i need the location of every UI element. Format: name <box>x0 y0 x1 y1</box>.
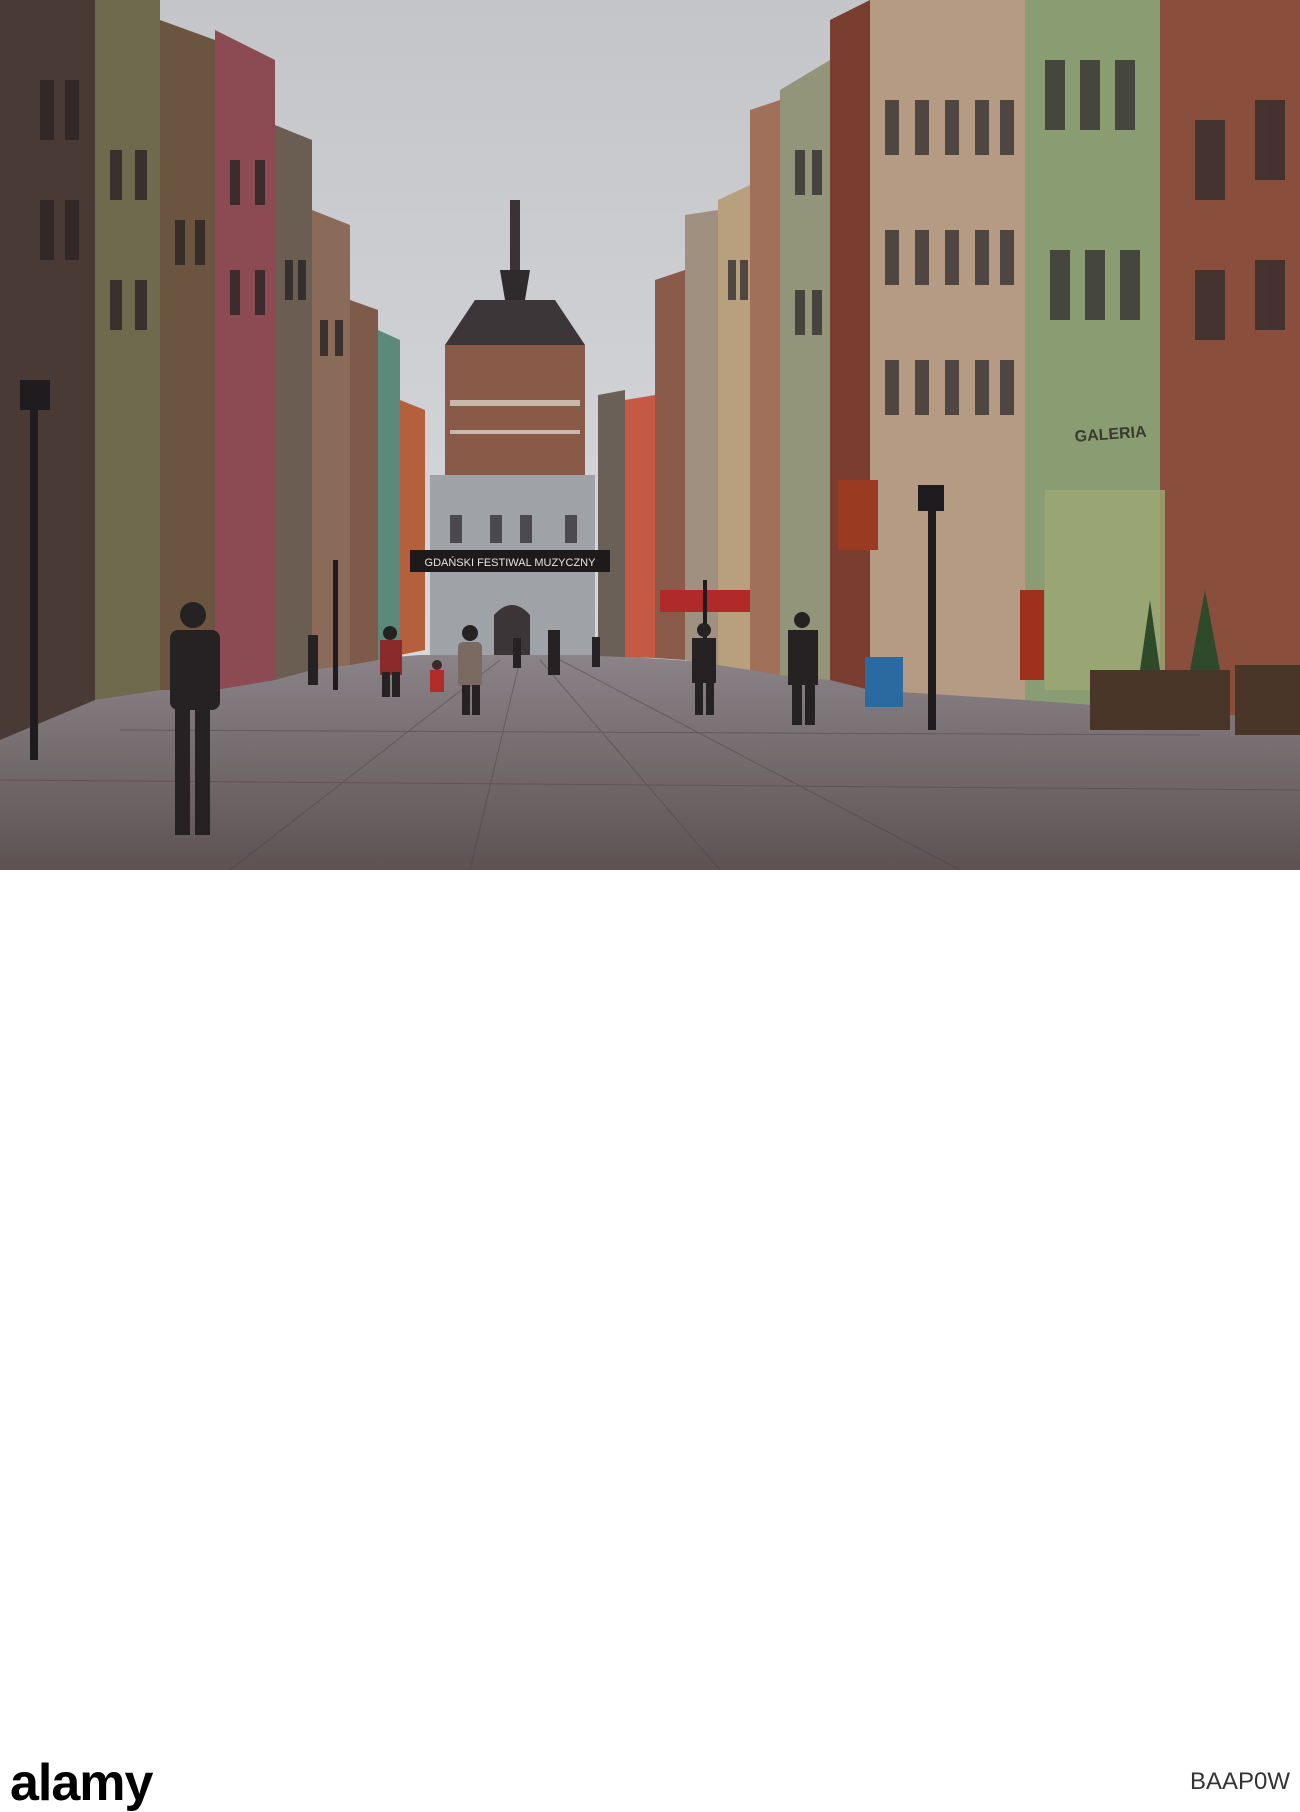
image-id: BAAP0W <box>1080 1768 1290 1796</box>
brand-logo: alamy <box>10 1754 153 1812</box>
street-scene: GDAŃSKI FESTIWAL MUZYCZNY GALERIA <box>0 0 1300 870</box>
brand-name: alamy <box>10 1754 153 1812</box>
festival-banner: GDAŃSKI FESTIWAL MUZYCZNY <box>410 550 610 572</box>
festival-banner-text: GDAŃSKI FESTIWAL MUZYCZNY <box>425 556 597 569</box>
stock-footer: alamy BAAP0W <box>0 870 1300 1809</box>
image-id-value: BAAP0W <box>1189 1768 1290 1795</box>
street-photo: GDAŃSKI FESTIWAL MUZYCZNY GALERIA <box>0 0 1300 870</box>
